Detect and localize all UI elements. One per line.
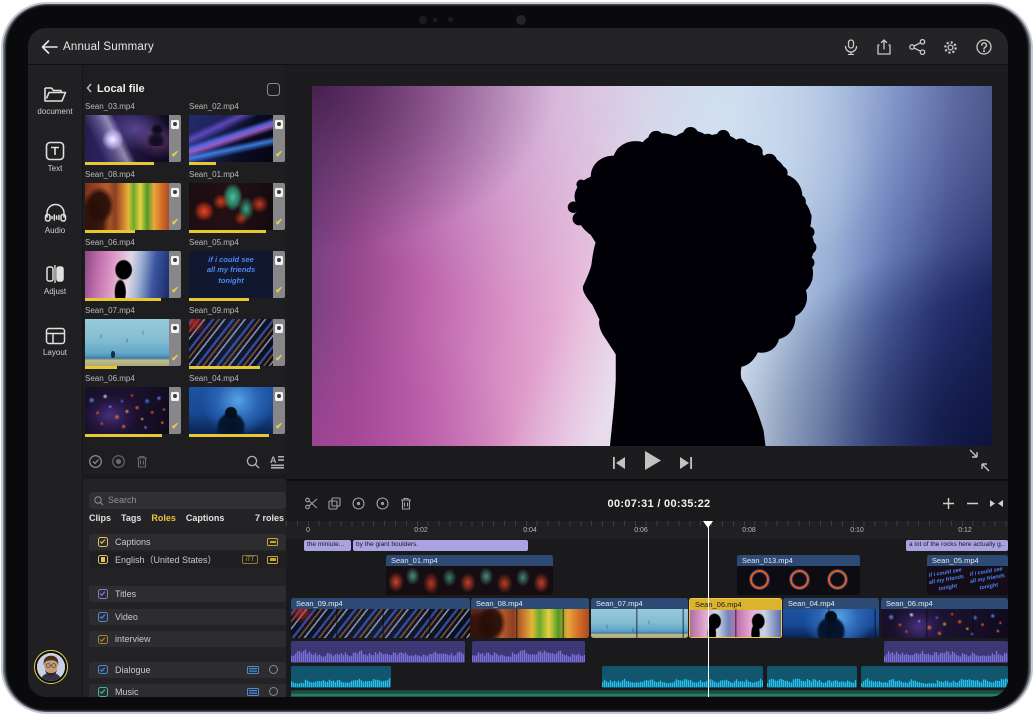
- svg-text:A: A: [270, 455, 277, 465]
